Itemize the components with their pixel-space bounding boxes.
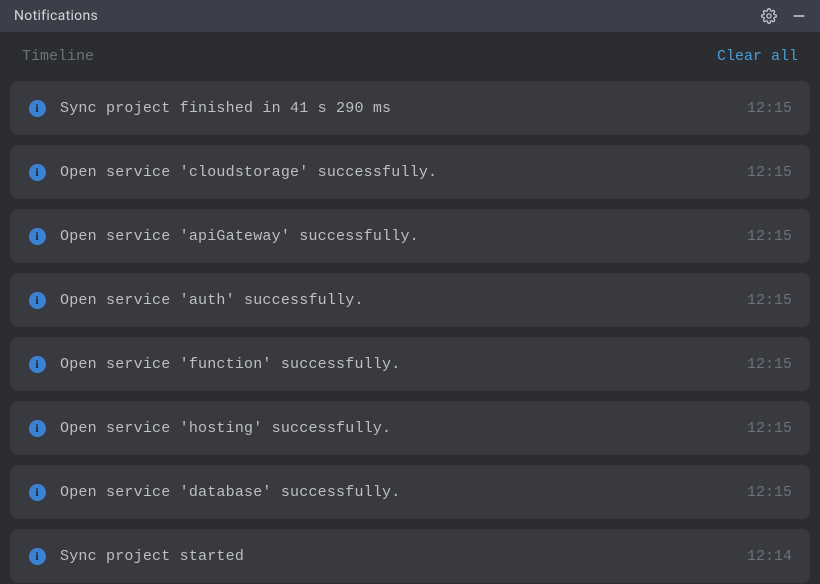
notification-list: i Sync project finished in 41 s 290 ms 12:… [10, 81, 810, 583]
notification-message: Sync project finished in 41 s 290 ms [60, 100, 721, 117]
notification-message: Open service 'function' successfully. [60, 356, 721, 373]
minimize-icon [791, 8, 807, 24]
notification-item[interactable]: i Open service 'database' successfully. 12… [10, 465, 810, 519]
notification-message: Open service 'auth' successfully. [60, 292, 721, 309]
notification-time: 12:15 [747, 292, 792, 309]
notification-item[interactable]: i Open service 'cloudstorage' successfull… [10, 145, 810, 199]
notification-message: Open service 'database' successfully. [60, 484, 721, 501]
info-icon: i [28, 163, 46, 181]
notification-time: 12:15 [747, 356, 792, 373]
notification-message: Sync project started [60, 548, 721, 565]
info-icon: i [28, 547, 46, 565]
info-icon: i [28, 99, 46, 117]
notification-item[interactable]: i Sync project started 12:14 [10, 529, 810, 583]
timeline-header: Timeline Clear all [10, 40, 810, 81]
info-icon: i [28, 483, 46, 501]
notification-item[interactable]: i Open service 'function' successfully. 12… [10, 337, 810, 391]
clear-all-link[interactable]: Clear all [717, 48, 798, 65]
notification-time: 12:14 [747, 548, 792, 565]
notification-item[interactable]: i Open service 'auth' successfully. 12:15 [10, 273, 810, 327]
notification-item[interactable]: i Open service 'hosting' successfully. 12:… [10, 401, 810, 455]
notification-message: Open service 'hosting' successfully. [60, 420, 721, 437]
titlebar: Notifications [0, 0, 820, 32]
gear-icon [761, 8, 777, 24]
notification-time: 12:15 [747, 484, 792, 501]
info-icon: i [28, 227, 46, 245]
notification-time: 12:15 [747, 100, 792, 117]
notification-time: 12:15 [747, 164, 792, 181]
info-icon: i [28, 291, 46, 309]
notification-time: 12:15 [747, 228, 792, 245]
info-icon: i [28, 419, 46, 437]
minimize-button[interactable] [788, 5, 810, 27]
notification-item[interactable]: i Open service 'apiGateway' successfully.… [10, 209, 810, 263]
notification-message: Open service 'cloudstorage' successfully… [60, 164, 721, 181]
notification-item[interactable]: i Sync project finished in 41 s 290 ms 12:… [10, 81, 810, 135]
panel-title: Notifications [14, 8, 750, 24]
settings-button[interactable] [758, 5, 780, 27]
timeline-label: Timeline [22, 48, 94, 65]
info-icon: i [28, 355, 46, 373]
notification-message: Open service 'apiGateway' successfully. [60, 228, 721, 245]
notifications-body: Timeline Clear all i Sync project finishe… [0, 32, 820, 583]
notification-time: 12:15 [747, 420, 792, 437]
